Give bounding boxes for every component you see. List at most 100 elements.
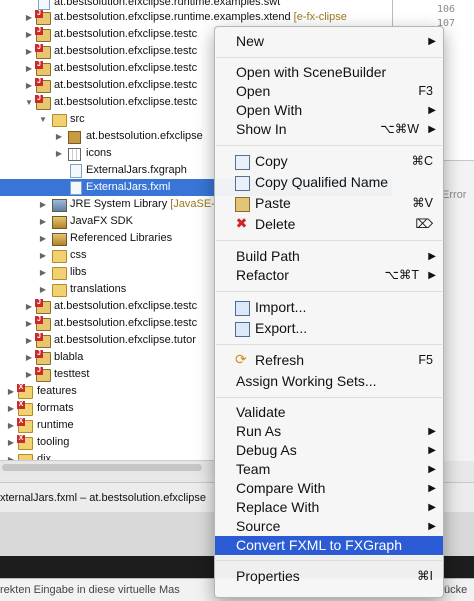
tree-item-label: at.bestsolution.efxclipse.testc: [54, 300, 198, 312]
delete-icon: ✖: [235, 215, 248, 231]
menu-item-compare-with[interactable]: Compare With ▶: [215, 479, 443, 498]
expand-arrow-icon[interactable]: ▶: [38, 247, 48, 264]
tree-item-label: at.bestsolution.efxclipse.tutor: [54, 334, 196, 346]
expand-arrow-icon[interactable]: ▶: [24, 298, 34, 315]
menu-item-refactor[interactable]: Refactor ⌥⌘T ▶: [215, 266, 443, 285]
menu-item-copy[interactable]: Copy ⌘C: [215, 152, 443, 171]
expand-arrow-icon[interactable]: ▶: [38, 281, 48, 298]
menu-item-replace-with[interactable]: Replace With ▶: [215, 498, 443, 517]
submenu-arrow-icon: ▶: [428, 483, 436, 494]
horizontal-scrollbar[interactable]: [0, 460, 215, 475]
submenu-arrow-icon: ▶: [428, 445, 436, 456]
expand-arrow-icon[interactable]: ▶: [24, 332, 34, 349]
tree-item-label: Referenced Libraries: [70, 232, 173, 244]
menu-item-convert-fxml-to-fxgraph[interactable]: Convert FXML to FXGraph: [215, 536, 443, 555]
menu-item-validate[interactable]: Validate: [215, 403, 443, 422]
project-icon: J: [35, 10, 51, 25]
project-icon: X: [17, 384, 33, 399]
status-text-right: ücke: [444, 584, 468, 596]
library-icon: [52, 216, 67, 229]
tree-item-label: at.bestsolution.efxclipse.testc: [54, 317, 198, 329]
tree-item-label: at.bestsolution.efxclipse.testc: [54, 62, 198, 74]
tree-item-label: dix: [37, 453, 52, 460]
expand-arrow-icon[interactable]: ▶: [24, 9, 34, 26]
folder-icon: [52, 250, 67, 263]
tree-item-label: libs: [70, 266, 87, 278]
menu-separator: [216, 291, 442, 292]
expand-arrow-icon[interactable]: ▶: [24, 315, 34, 332]
context-menu[interactable]: New ▶ Open with SceneBuilder Open F3 Open …: [214, 26, 444, 598]
project-icon: J: [35, 333, 51, 348]
expand-arrow-icon[interactable]: ▶: [24, 60, 34, 77]
submenu-arrow-icon: ▶: [428, 426, 436, 437]
package-icon: [68, 131, 81, 144]
menu-item-import[interactable]: Import...: [215, 298, 443, 317]
tree-item-label: JavaFX SDK: [70, 215, 133, 227]
expand-arrow-icon[interactable]: ▶: [6, 417, 16, 434]
tree-item-label: at.bestsolution.efxclipse.runtime.exampl…: [54, 11, 347, 23]
scrollbar-thumb[interactable]: [2, 464, 202, 471]
expand-arrow-icon[interactable]: ▶: [38, 264, 48, 281]
expand-arrow-icon[interactable]: ▶: [6, 400, 16, 417]
folder-icon: [52, 267, 67, 280]
expand-arrow-icon[interactable]: ▶: [6, 434, 16, 451]
tree-item-label: ExternalJars.fxgraph: [86, 164, 187, 176]
tree-item-label: blabla: [54, 351, 84, 363]
menu-item-properties[interactable]: Properties ⌘I: [215, 567, 443, 586]
menu-item-assign-working-sets[interactable]: Assign Working Sets...: [215, 372, 443, 391]
tree-item-label: at.bestsolution.efxclipse.testc: [54, 96, 198, 108]
menu-item-paste[interactable]: Paste ⌘V: [215, 194, 443, 213]
menu-item-export[interactable]: Export...: [215, 319, 443, 338]
error-column-label: Error: [442, 189, 467, 201]
menu-item-refresh[interactable]: ⟳ Refresh F5: [215, 351, 443, 370]
expand-arrow-icon[interactable]: ▶: [38, 196, 48, 213]
library-icon: [52, 199, 67, 212]
submenu-arrow-icon: ▶: [428, 270, 436, 281]
menu-item-open[interactable]: Open F3: [215, 82, 443, 101]
expand-arrow-icon[interactable]: ▶: [54, 145, 64, 162]
expand-arrow-icon[interactable]: ▶: [6, 451, 16, 460]
menu-item-show-in[interactable]: Show In ⌥⌘W ▶: [215, 120, 443, 139]
submenu-arrow-icon: ▶: [428, 105, 436, 116]
expand-arrow-icon[interactable]: ▶: [24, 366, 34, 383]
menu-item-team[interactable]: Team ▶: [215, 460, 443, 479]
menu-separator: [216, 344, 442, 345]
project-icon: J: [35, 78, 51, 93]
project-icon: J: [35, 44, 51, 59]
expand-arrow-icon[interactable]: ▶: [24, 43, 34, 60]
package-icon: [68, 148, 81, 161]
collapse-arrow-icon[interactable]: ▼: [24, 94, 34, 111]
tree-item-label: testtest: [54, 368, 90, 380]
submenu-arrow-icon: ▶: [428, 124, 436, 135]
expand-arrow-icon[interactable]: ▶: [24, 77, 34, 94]
expand-arrow-icon[interactable]: ▶: [24, 349, 34, 366]
expand-arrow-icon[interactable]: ▶: [38, 213, 48, 230]
project-icon: X: [17, 418, 33, 433]
expand-arrow-icon[interactable]: ▶: [54, 128, 64, 145]
submenu-arrow-icon: ▶: [428, 36, 436, 47]
paste-icon: [235, 197, 250, 212]
expand-arrow-icon[interactable]: ▶: [6, 383, 16, 400]
menu-item-copy-qualified-name[interactable]: Copy Qualified Name: [215, 173, 443, 192]
selected-path-text: xternalJars.fxml – at.bestsolution.efxcl…: [0, 492, 207, 504]
menu-item-new[interactable]: New ▶: [215, 32, 443, 51]
menu-item-build-path[interactable]: Build Path ▶: [215, 247, 443, 266]
expand-arrow-icon[interactable]: ▶: [38, 230, 48, 247]
menu-item-open-with-scenebuilder[interactable]: Open with SceneBuilder: [215, 63, 443, 82]
menu-item-open-with[interactable]: Open With ▶: [215, 101, 443, 120]
tree-item-label: translations: [70, 283, 127, 295]
tree-item[interactable]: ▶ J at.bestsolution.efxclipse.runtime.ex…: [0, 9, 392, 26]
menu-separator: [216, 397, 442, 398]
menu-item-source[interactable]: Source ▶: [215, 517, 443, 536]
menu-item-run-as[interactable]: Run As ▶: [215, 422, 443, 441]
tree-item-label: icons: [86, 147, 112, 159]
menu-item-debug-as[interactable]: Debug As ▶: [215, 441, 443, 460]
menu-separator: [216, 145, 442, 146]
submenu-arrow-icon: ▶: [428, 464, 436, 475]
menu-item-delete[interactable]: ✖ Delete ⌦: [215, 215, 443, 234]
expand-arrow-icon[interactable]: ▶: [24, 26, 34, 43]
collapse-arrow-icon[interactable]: ▼: [38, 111, 48, 128]
project-icon: J: [35, 316, 51, 331]
tree-item-label: src: [70, 113, 85, 125]
tree-item-label: at.bestsolution.efxclipse: [86, 130, 203, 142]
